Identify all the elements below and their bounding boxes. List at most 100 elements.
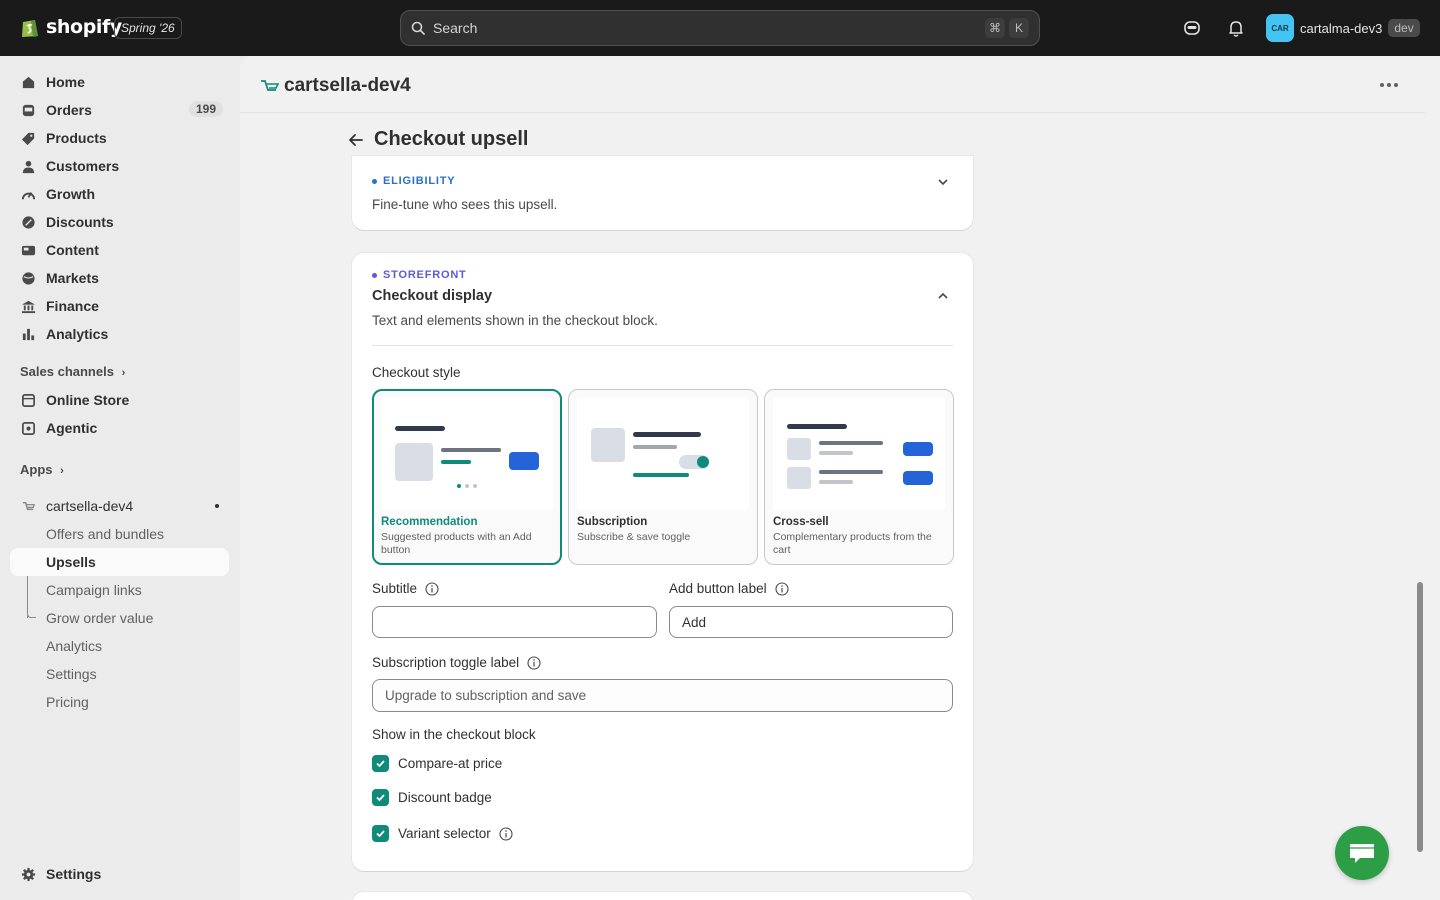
eligibility-eyebrow: ELIGIBILITY <box>372 175 455 187</box>
env-badge: dev <box>1388 19 1420 37</box>
checkbox-variant-selector[interactable]: Variant selector <box>372 825 513 842</box>
store-icon <box>20 392 36 408</box>
checkbox-label: Variant selector <box>398 826 491 841</box>
sidebar-item-label: Analytics <box>46 326 109 342</box>
sales-channels-heading[interactable]: Sales channels › <box>20 364 125 379</box>
chevron-up-icon[interactable] <box>937 289 949 305</box>
subscription-toggle-label: Subscription toggle label <box>372 655 541 670</box>
sidebar-item-label: Settings <box>46 866 102 882</box>
orders-count-badge: 199 <box>188 101 223 117</box>
top-bar: shopify Spring '26 Search ⌘ K CAR cartal… <box>0 0 1440 56</box>
scrollbar[interactable] <box>1417 582 1423 852</box>
style-option-recommendation[interactable]: Recommendation Suggested products with a… <box>372 389 562 565</box>
subtitle-input[interactable] <box>372 606 657 638</box>
style-option-name: Cross-sell <box>773 516 829 528</box>
account-menu[interactable]: CAR cartalma-dev3 dev <box>1266 14 1420 42</box>
edition-badge[interactable]: Spring '26 <box>114 17 182 39</box>
sidebar-item-label: Agentic <box>46 420 98 436</box>
back-arrow-icon[interactable] <box>348 132 364 148</box>
sidebar-item-customers[interactable]: Customers <box>10 152 229 180</box>
sidebar-item-label: Growth <box>46 186 95 202</box>
sidebar-item-markets[interactable]: Markets <box>10 264 229 292</box>
bell-icon[interactable] <box>1226 18 1246 38</box>
chat-button[interactable] <box>1335 826 1389 880</box>
sidebar-subitem-pricing[interactable]: Pricing <box>10 688 229 716</box>
info-icon[interactable] <box>499 826 513 841</box>
growth-icon <box>20 186 36 202</box>
storefront-eyebrow: STOREFRONT <box>372 269 467 281</box>
sidebar-item-label: Customers <box>46 158 120 174</box>
recommendation-preview <box>381 398 553 510</box>
home-icon <box>20 74 36 90</box>
subscription-toggle-input[interactable]: Upgrade to subscription and save <box>372 679 953 712</box>
brand-wordmark: shopify <box>46 16 122 38</box>
sidebar-item-analytics[interactable]: Analytics <box>10 320 229 348</box>
sidebar-item-orders[interactable]: Orders 199 <box>10 96 229 124</box>
style-option-name: Subscription <box>577 516 648 528</box>
sidebar-subitem-upsells[interactable]: Upsells <box>10 548 229 576</box>
sidebar-item-label: Discounts <box>46 214 114 230</box>
sidebar-item-app[interactable]: cartsella-dev4 <box>10 492 229 520</box>
eligibility-card[interactable]: ELIGIBILITY Fine-tune who sees this upse… <box>352 156 973 230</box>
agentic-icon <box>20 420 36 436</box>
globe-icon <box>20 270 36 286</box>
app-name: cartsella-dev4 <box>46 498 134 514</box>
content-icon <box>20 242 36 258</box>
checkbox-checked-icon[interactable] <box>372 825 389 842</box>
app-header: cartsella-dev4 <box>240 56 1425 113</box>
storefront-title: Checkout display <box>372 288 493 304</box>
sidebar-subitem-campaign-links[interactable]: Campaign links <box>10 576 229 604</box>
chevron-right-icon: › <box>60 465 64 477</box>
eligibility-description: Fine-tune who sees this upsell. <box>372 197 558 212</box>
sidebar-item-online-store[interactable]: Online Store <box>10 386 229 414</box>
avatar: CAR <box>1266 14 1294 42</box>
subscription-preview <box>577 398 749 510</box>
sidebar-item-growth[interactable]: Growth <box>10 180 229 208</box>
search-bar[interactable]: Search ⌘ K <box>400 10 1040 46</box>
info-icon[interactable] <box>775 581 789 596</box>
checkbox-checked-icon[interactable] <box>372 789 389 806</box>
chevron-down-icon[interactable] <box>937 175 949 191</box>
more-actions-icon[interactable] <box>1380 83 1398 87</box>
main-content: cartsella-dev4 Checkout upsell ELIGIBILI… <box>240 56 1440 900</box>
sidebar-item-discounts[interactable]: Discounts <box>10 208 229 236</box>
person-icon <box>20 158 36 174</box>
checkbox-discount-badge[interactable]: Discount badge <box>372 789 492 806</box>
sidebar-subitem-grow-order-value[interactable]: Grow order value <box>10 604 229 632</box>
search-input[interactable]: Search <box>433 20 981 36</box>
add-button-label-input[interactable]: Add <box>669 606 953 638</box>
sidebar: Home Orders 199 Products Customers Growt… <box>0 56 240 900</box>
checkbox-compare-at-price[interactable]: Compare-at price <box>372 755 502 772</box>
orders-icon <box>20 102 36 118</box>
shopify-logo[interactable]: shopify <box>20 16 122 38</box>
show-block-label: Show in the checkout block <box>372 727 536 742</box>
sidebar-item-content[interactable]: Content <box>10 236 229 264</box>
bank-icon <box>20 298 36 314</box>
checkbox-checked-icon[interactable] <box>372 755 389 772</box>
style-option-subscription[interactable]: Subscription Subscribe & save toggle <box>568 389 758 565</box>
sidebar-subitem-settings[interactable]: Settings <box>10 660 229 688</box>
style-option-cross-sell[interactable]: Cross-sell Complementary products from t… <box>764 389 954 565</box>
sidebar-item-label: Markets <box>46 270 99 286</box>
page-title: Checkout upsell <box>374 128 529 150</box>
tag-icon <box>20 130 36 146</box>
sidekick-icon[interactable] <box>1182 18 1202 38</box>
app-logo-icon <box>20 498 36 514</box>
checkbox-label: Discount badge <box>398 790 492 805</box>
sidebar-item-label: Products <box>46 130 107 146</box>
sidebar-item-products[interactable]: Products <box>10 124 229 152</box>
storefront-description: Text and elements shown in the checkout … <box>372 313 658 328</box>
sidebar-item-agentic[interactable]: Agentic <box>10 414 229 442</box>
sidebar-item-home[interactable]: Home <box>10 68 229 96</box>
apps-heading[interactable]: Apps › <box>20 462 64 477</box>
sidebar-subitem-offers[interactable]: Offers and bundles <box>10 520 229 548</box>
pin-dot-icon[interactable] <box>215 504 219 508</box>
checkbox-label: Compare-at price <box>398 756 503 771</box>
info-icon[interactable] <box>527 655 541 670</box>
info-icon[interactable] <box>425 581 439 596</box>
sidebar-item-settings[interactable]: Settings <box>10 860 229 888</box>
sidebar-subitem-analytics[interactable]: Analytics <box>10 632 229 660</box>
sidebar-item-finance[interactable]: Finance <box>10 292 229 320</box>
sidebar-item-label: Finance <box>46 298 99 314</box>
style-option-description: Complementary products from the cart <box>773 531 932 556</box>
